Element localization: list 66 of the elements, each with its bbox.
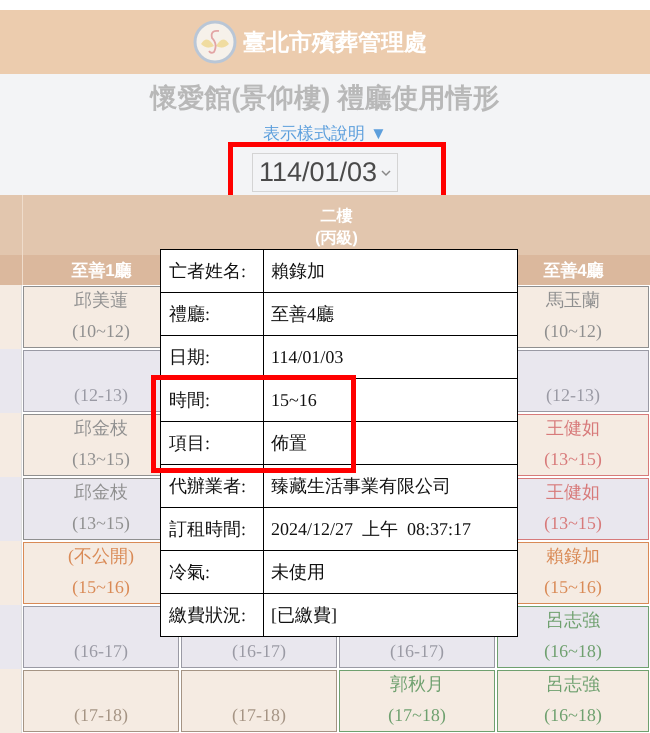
detail-label: 禮廳: — [161, 293, 264, 335]
booking-name: 王健如 — [546, 417, 600, 440]
booking-name: 賴錄加 — [546, 545, 600, 568]
detail-value: 未使用 — [270, 561, 326, 584]
detail-label: 日期: — [161, 336, 264, 378]
booking-name: 邱美蓮 — [74, 289, 128, 312]
booking-time: (15~16) — [72, 576, 130, 599]
booking-time: (16-17) — [74, 640, 128, 663]
row-side-cell — [0, 349, 22, 413]
booking-name: 呂志強 — [546, 609, 600, 632]
booking-time: (17-18) — [74, 704, 128, 727]
booking-cell[interactable]: 郭秋月 (17~18) — [339, 670, 495, 732]
caret-icon — [381, 168, 392, 176]
booking-name: 邱金枝 — [74, 481, 128, 504]
booking-name: (不公開) — [68, 545, 134, 568]
detail-value: 15~16 — [270, 388, 318, 412]
row-side-cell — [0, 285, 22, 349]
detail-label: 亡者姓名: — [161, 250, 264, 292]
booking-time: (13~15) — [72, 448, 130, 471]
detail-value: 賴錄加 — [270, 260, 326, 283]
booking-time: (15~16) — [544, 576, 602, 599]
logo-icon — [193, 20, 237, 64]
detail-label: 項目: — [161, 422, 264, 464]
booking-time: (17~18) — [388, 704, 446, 727]
row-side-cell — [0, 541, 22, 605]
booking-time: (13~15) — [544, 512, 602, 535]
detail-label: 繳費狀況: — [161, 594, 264, 636]
legend-link[interactable]: 表示樣式說明 ▼ — [263, 122, 387, 145]
booking-cell[interactable]: 呂志強 (16~18) — [497, 606, 649, 668]
site-title: 臺北市殯葬管理處 — [243, 28, 427, 56]
detail-label: 冷氣: — [161, 551, 264, 593]
detail-value: 佈置 — [270, 432, 308, 455]
booking-name: 邱金枝 — [74, 417, 128, 440]
corner-header — [0, 255, 22, 285]
booking-name: 呂志強 — [546, 673, 600, 696]
row-side-cell — [0, 669, 22, 733]
booking-time: (16-17) — [390, 640, 444, 663]
booking-cell[interactable]: (17-18) — [23, 670, 179, 732]
row-side-cell — [0, 413, 22, 477]
booking-time: (10~12) — [72, 320, 130, 343]
booking-time: (16-17) — [232, 640, 286, 663]
booking-time: (17-18) — [232, 704, 286, 727]
booking-time: (12-13) — [74, 384, 128, 407]
page-title: 懷愛館(景仰樓) 禮廳使用情形 — [150, 82, 500, 115]
booking-cell[interactable]: 呂志強 (16~18) — [497, 670, 649, 732]
booking-time: (16~18) — [544, 704, 602, 727]
booking-time: (16~18) — [544, 640, 602, 663]
booking-name: 郭秋月 — [390, 673, 444, 696]
detail-value: [已繳費] — [270, 604, 338, 627]
booking-name: 王健如 — [546, 481, 600, 504]
date-select[interactable]: 114/01/03 — [252, 153, 398, 192]
detail-label: 代辦業者: — [161, 465, 264, 507]
row-side-cell — [0, 477, 22, 541]
detail-value: 2024/12/27 上午 08:37:17 — [270, 518, 472, 541]
booking-cell[interactable]: (17-18) — [181, 670, 337, 732]
detail-label: 時間: — [161, 379, 264, 421]
booking-time: (12-13) — [546, 384, 600, 407]
booking-time: (13~15) — [544, 448, 602, 471]
booking-time: (13~15) — [72, 512, 130, 535]
detail-value: 臻藏生活事業有限公司 — [270, 475, 452, 498]
booking-time: (10~12) — [544, 320, 602, 343]
detail-value: 至善4廳 — [270, 303, 335, 326]
row-side-cell — [0, 605, 22, 669]
booking-name: 馬玉蘭 — [546, 289, 600, 312]
detail-value: 114/01/03 — [270, 346, 344, 368]
detail-label: 訂租時間: — [161, 508, 264, 550]
